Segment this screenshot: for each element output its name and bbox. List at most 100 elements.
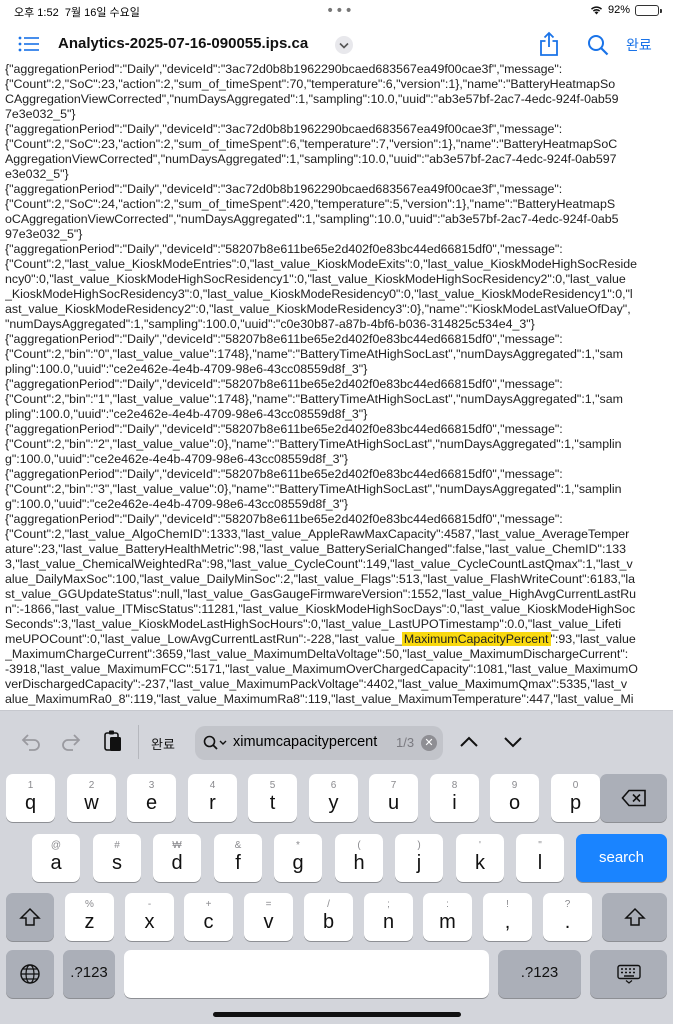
find-search-field[interactable]: ximumcapacitypercent 1/3 ✕ [195,726,443,760]
key-w[interactable]: 2w [67,774,116,822]
key-label: g [292,852,304,874]
key-hint: ) [417,840,421,851]
hide-keyboard-key[interactable] [590,950,667,998]
shift-icon [623,907,646,926]
key-v[interactable]: = v [244,893,293,941]
key-g[interactable]: * g [274,834,322,882]
key-f[interactable]: & f [214,834,262,882]
paste-icon[interactable] [102,729,124,753]
document-line: {"aggregationPeriod":"Daily","deviceId":… [5,512,563,526]
undo-icon[interactable] [20,731,42,753]
multitasking-dots-icon[interactable]: ••• [326,3,354,19]
key-hint: 0 [572,780,579,791]
key-c[interactable]: + c [184,893,233,941]
numbers-key-right[interactable]: .?123 [498,950,581,998]
wifi-icon [590,6,602,15]
find-input[interactable]: ximumcapacitypercent [233,734,388,750]
key-a[interactable]: @ a [32,834,80,882]
list-icon[interactable] [18,35,40,53]
document-line: _KioskModeHighSocResidency3":0,"last_val… [5,287,633,301]
key-d[interactable]: ₩ d [153,834,201,882]
numbers-key-label: .?123 [520,964,559,981]
key-hint: 2 [88,780,95,791]
key-k[interactable]: ' k [456,834,504,882]
key-label: k [475,852,485,874]
globe-key[interactable] [6,950,54,998]
space-key[interactable] [124,950,489,998]
key-t[interactable]: 5t [248,774,297,822]
key-y[interactable]: 6y [309,774,358,822]
search-key[interactable]: search [576,834,667,882]
chevron-up-icon[interactable] [458,733,480,751]
search-key-label: search [598,849,645,866]
share-icon[interactable] [538,31,560,57]
key-e[interactable]: 3e [127,774,176,822]
document-line: {"Count":2,"bin":"0","last_value_value":… [5,347,623,361]
key-p[interactable]: 0p [551,774,600,822]
status-bar: 오후 1:52 7월 16일 수요일 ••• 92% [0,0,673,24]
key-h[interactable]: (h [335,834,383,882]
numbers-key-left[interactable]: .?123 [63,950,115,998]
chevron-down-icon[interactable] [335,36,353,54]
key-label: a [50,852,62,874]
document-line: e3e032_5"} [5,167,69,181]
key-.[interactable]: ?. [543,893,592,941]
key-label: z [84,911,95,933]
document-line: pling":100.0,"uuid":"ce2e462e-4e4b-4709-… [5,407,368,421]
key-m[interactable]: :m [423,893,472,941]
document-line: {"aggregationPeriod":"Daily","deviceId":… [5,182,563,196]
key-hint: / [327,899,330,910]
status-time-date: 오후 1:52 7월 16일 수요일 [14,4,140,20]
battery-percent: 92% [607,4,630,16]
shift-key-right[interactable] [602,893,667,941]
keyboard: search .?123 .?123 1 q 2 w 3 e 4 r 5 t 6 y 7 u 8 i 9 o 0 p @… [0,772,673,1024]
key-u[interactable]: 7u [369,774,418,822]
key-i[interactable]: 8i [430,774,479,822]
key-l[interactable]: " l [516,834,564,882]
key-hint: ( [357,840,361,851]
key-b[interactable]: / b [304,893,353,941]
document-line: 7e3e032_5"} [5,107,76,121]
key-label: v [263,911,274,933]
key-label: p [569,792,582,814]
clear-icon[interactable]: ✕ [421,735,437,751]
document-line: pling":100.0,"uuid":"ce2e462e-4e4b-4709-… [5,362,368,376]
chevron-down-icon[interactable] [502,733,524,751]
shift-key-left[interactable] [6,893,54,941]
key-s[interactable]: # s [93,834,141,882]
key-hint: + [205,899,212,910]
key-hint: ; [387,899,390,910]
document-line: g":100.0,"uuid":"ce2e462e-4e4b-4709-98e6… [5,497,349,511]
key-hint: % [85,899,94,910]
key-label: e [145,792,158,814]
status-indicators: 92% [590,4,662,16]
key-x[interactable]: -x [125,893,174,941]
key-hint: - [147,899,152,910]
key-o[interactable]: 9o [490,774,539,822]
done-button[interactable]: 완료 [626,35,652,55]
find-done-button[interactable]: 완료 [151,734,175,753]
search-icon[interactable] [587,34,609,56]
match-count: 1/3 [396,735,415,750]
key-hint: 1 [27,780,34,791]
backspace-icon [620,789,646,807]
nav-bar: Analytics-2025-07-16-090055.ips.ca 완료 [0,24,673,66]
key-label: h [353,852,365,874]
key-j[interactable]: ) j [395,834,443,882]
key-q[interactable]: 1q [6,774,55,822]
home-indicator [213,1012,461,1017]
backspace-key[interactable] [600,774,667,822]
key-hint: 3 [148,780,155,791]
key-n[interactable]: ; n [364,893,413,941]
key-label: r [209,792,216,814]
document-line: {"Count":2,"bin":"2","last_value_value":… [5,437,622,451]
document-line: oCAggregationViewCorrected","numDaysAggr… [5,212,619,226]
key-z[interactable]: % z [65,893,114,941]
key-label: l [537,852,543,874]
search-options-icon[interactable] [203,735,229,751]
redo-icon[interactable] [60,731,82,753]
key-,[interactable]: !, [483,893,532,941]
file-title[interactable]: Analytics-2025-07-16-090055.ips.ca [58,35,308,52]
key-r[interactable]: 4r [188,774,237,822]
document-text[interactable]: {"aggregationPeriod":"Daily","deviceId":… [5,62,669,710]
